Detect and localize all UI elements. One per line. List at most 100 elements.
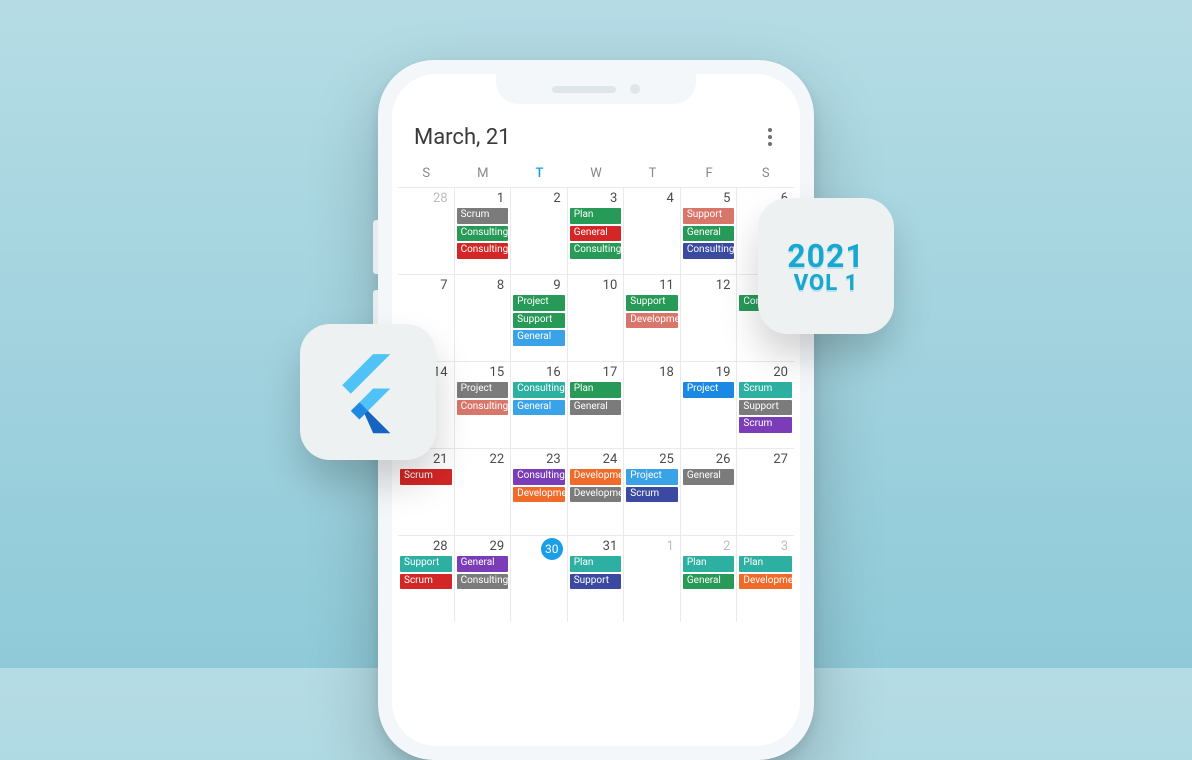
event-chip[interactable]: Consulting: [457, 574, 509, 590]
calendar-day-cell[interactable]: 16Consulting General: [511, 362, 568, 448]
day-number: 23: [511, 451, 567, 469]
event-chip[interactable]: General: [513, 400, 565, 416]
calendar-day-cell[interactable]: 19Project: [681, 362, 738, 448]
calendar-day-cell[interactable]: 27: [737, 449, 794, 535]
event-chip[interactable]: Project: [626, 469, 678, 485]
volume-badge: 2021 VOL 1: [758, 198, 894, 334]
calendar-day-cell[interactable]: 26General: [681, 449, 738, 535]
calendar-day-cell[interactable]: 28SupportScrum: [398, 536, 455, 622]
calendar-day-cell[interactable]: 15ProjectConsulting: [455, 362, 512, 448]
event-chip[interactable]: Consulting: [513, 469, 565, 485]
event-chip[interactable]: General: [457, 556, 509, 572]
event-chip[interactable]: Plan: [739, 556, 792, 572]
calendar-day-cell[interactable]: 17PlanGeneral: [568, 362, 625, 448]
day-number: 27: [737, 451, 794, 469]
event-chip[interactable]: Plan: [570, 208, 622, 224]
calendar-day-cell[interactable]: 24DevelopmeDevelopme: [568, 449, 625, 535]
more-menu-icon[interactable]: [762, 122, 778, 152]
weekday-label: W: [568, 166, 625, 181]
day-number: 10: [568, 277, 624, 295]
day-number: 7: [398, 277, 454, 295]
event-chip[interactable]: Developme: [739, 574, 792, 590]
event-chip[interactable]: General: [513, 330, 565, 346]
calendar-header: March, 21: [392, 118, 800, 162]
event-chip[interactable]: Project: [513, 295, 565, 311]
event-chip[interactable]: General: [683, 226, 735, 242]
event-chip[interactable]: Developme: [570, 469, 622, 485]
event-chip[interactable]: Project: [683, 382, 735, 398]
month-title[interactable]: March, 21: [414, 125, 511, 150]
calendar-day-cell[interactable]: 30: [511, 536, 568, 622]
event-chip[interactable]: Project: [457, 382, 509, 398]
event-chip[interactable]: Scrum: [400, 469, 452, 485]
calendar-day-cell[interactable]: 11SupportDevelopme: [624, 275, 681, 361]
phone-side-button: [373, 220, 378, 274]
event-chip[interactable]: Developme: [513, 487, 565, 503]
event-chip[interactable]: Consulting: [457, 400, 509, 416]
event-chip[interactable]: Developme: [626, 313, 678, 329]
event-chip[interactable]: Support: [513, 313, 565, 329]
event-chip[interactable]: General: [570, 226, 622, 242]
event-chip[interactable]: Scrum: [739, 417, 792, 433]
day-number: 12: [681, 277, 737, 295]
day-number: 20: [737, 364, 794, 382]
event-chip[interactable]: Consulting: [457, 226, 509, 242]
event-chip[interactable]: General: [570, 400, 622, 416]
calendar-day-cell[interactable]: 22: [455, 449, 512, 535]
day-number: 3: [568, 190, 624, 208]
calendar-day-cell[interactable]: 9ProjectSupportGeneral: [511, 275, 568, 361]
flutter-icon: [325, 349, 411, 435]
calendar-day-cell[interactable]: 2PlanGeneral: [681, 536, 738, 622]
event-chip[interactable]: Support: [739, 400, 792, 416]
calendar-day-cell[interactable]: 31PlanSupport: [568, 536, 625, 622]
calendar-day-cell[interactable]: 1Scrum ConsultingConsulting: [455, 188, 512, 274]
calendar-day-cell[interactable]: 29General Consulting: [455, 536, 512, 622]
day-number: 29: [455, 538, 511, 556]
day-number: 25: [624, 451, 680, 469]
event-chip[interactable]: Consulting: [513, 382, 565, 398]
calendar-day-cell[interactable]: 21Scrum: [398, 449, 455, 535]
event-chip[interactable]: Scrum: [400, 574, 452, 590]
event-chip[interactable]: Support: [570, 574, 622, 590]
event-chip[interactable]: Scrum: [457, 208, 509, 224]
calendar-day-cell[interactable]: 5SupportGeneralConsulting: [681, 188, 738, 274]
weekday-label: S: [398, 166, 455, 181]
calendar-day-cell[interactable]: 23Consulting Developme: [511, 449, 568, 535]
event-chip[interactable]: Plan: [570, 556, 622, 572]
event-chip[interactable]: Scrum: [739, 382, 792, 398]
event-chip[interactable]: Support: [400, 556, 452, 572]
calendar-week-row: 1415ProjectConsulting16ConsultingGeneral…: [398, 361, 794, 448]
event-chip[interactable]: Consulting: [683, 243, 735, 259]
day-number: 1: [455, 190, 511, 208]
day-number: 16: [511, 364, 567, 382]
calendar-day-cell[interactable]: 3Plan GeneralConsulting: [568, 188, 625, 274]
calendar-day-cell[interactable]: 12: [681, 275, 738, 361]
event-chip[interactable]: Support: [683, 208, 735, 224]
event-chip[interactable]: Consulting: [570, 243, 622, 259]
calendar-day-cell[interactable]: 18: [624, 362, 681, 448]
event-chip[interactable]: Support: [626, 295, 678, 311]
calendar-day-cell[interactable]: 2: [511, 188, 568, 274]
calendar-day-cell[interactable]: 8: [455, 275, 512, 361]
calendar-day-cell[interactable]: 25Project Scrum: [624, 449, 681, 535]
volume-label: VOL 1: [794, 271, 859, 296]
calendar-week-row: 21Scrum2223ConsultingDevelopme24Developm…: [398, 448, 794, 535]
event-chip[interactable]: General: [683, 574, 735, 590]
day-number: 28: [398, 190, 454, 208]
calendar-day-cell[interactable]: 20ScrumSupportScrum: [737, 362, 794, 448]
event-chip[interactable]: Consulting: [457, 243, 509, 259]
event-chip[interactable]: Scrum: [626, 487, 678, 503]
day-number: 3: [737, 538, 794, 556]
calendar-day-cell[interactable]: 10: [568, 275, 625, 361]
calendar-day-cell[interactable]: 3Plan Developme: [737, 536, 794, 622]
flutter-logo-badge: [300, 324, 436, 460]
event-chip[interactable]: General: [683, 469, 735, 485]
calendar-day-cell[interactable]: 28: [398, 188, 455, 274]
calendar-day-cell[interactable]: 1: [624, 536, 681, 622]
weekday-label: M: [455, 166, 512, 181]
event-chip[interactable]: Plan: [570, 382, 622, 398]
calendar-week-row: 789ProjectSupportGeneral1011SupportDevel…: [398, 274, 794, 361]
calendar-day-cell[interactable]: 4: [624, 188, 681, 274]
event-chip[interactable]: Plan: [683, 556, 735, 572]
event-chip[interactable]: Developme: [570, 487, 622, 503]
